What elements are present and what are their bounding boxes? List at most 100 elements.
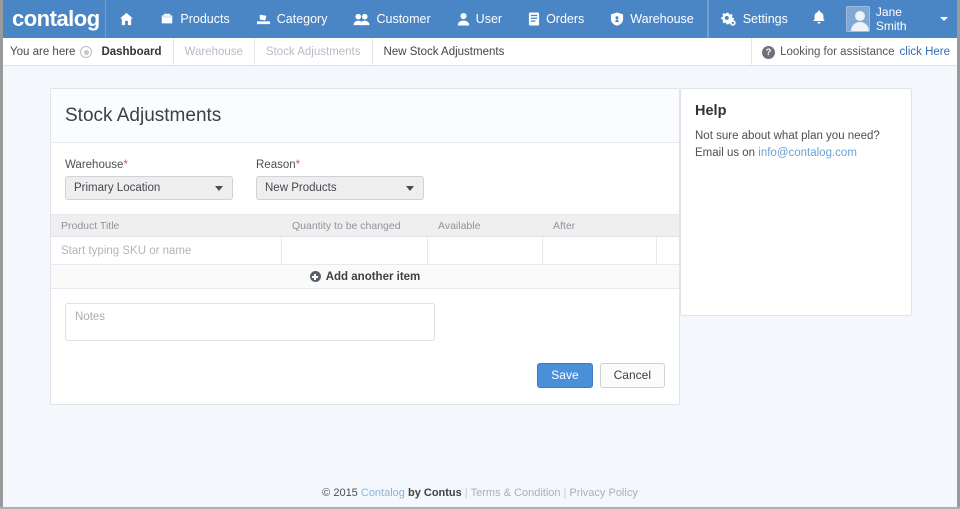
column-header-actions [657, 215, 679, 236]
column-header-quantity: Quantity to be changed [282, 215, 428, 236]
nav-right-group: Settings Jane Smith [709, 0, 960, 38]
nav-item-customer[interactable]: Customer [340, 0, 443, 38]
home-icon [119, 12, 134, 26]
product-title-placeholder: Start typing SKU or name [61, 245, 191, 257]
form-fields-row: Warehouse* Primary Location Reason* New … [51, 143, 679, 214]
assistance-block: ? Looking for assistance click Here [751, 38, 960, 66]
box-icon [160, 12, 174, 26]
breadcrumb-item-new-stock-adjustments: New Stock Adjustments [372, 38, 516, 66]
bell-icon [812, 10, 826, 28]
orders-icon [528, 12, 540, 26]
customers-icon [353, 12, 370, 26]
add-another-item-button[interactable]: Add another item [51, 265, 679, 289]
gear-icon [721, 12, 737, 27]
table-header-row: Product Title Quantity to be changed Ava… [51, 215, 679, 237]
required-marker: * [296, 159, 300, 171]
plus-circle-icon [310, 271, 321, 282]
user-name-label: Jane Smith [876, 5, 931, 33]
nav-item-products[interactable]: Products [147, 0, 242, 38]
user-icon [457, 12, 470, 26]
warehouse-select-value: Primary Location [74, 182, 160, 194]
footer-separator-2: | [564, 487, 567, 499]
dashboard-dot-icon [80, 46, 92, 58]
footer-separator-1: | [465, 487, 468, 499]
cancel-button[interactable]: Cancel [600, 363, 665, 388]
save-button[interactable]: Save [537, 363, 592, 388]
assistance-label: Looking for assistance [780, 46, 894, 58]
add-another-item-label: Add another item [326, 271, 421, 283]
chevron-down-icon [940, 17, 948, 21]
items-table: Product Title Quantity to be changed Ava… [51, 214, 679, 289]
assistance-link[interactable]: click Here [900, 46, 950, 58]
chevron-down-icon [215, 186, 223, 191]
footer-privacy-link[interactable]: Privacy Policy [569, 487, 637, 499]
breadcrumb-prefix-label: You are here [10, 46, 75, 58]
warehouse-field-group: Warehouse* Primary Location [65, 159, 233, 200]
help-title: Help [695, 103, 897, 119]
nav-item-label: Orders [546, 12, 584, 26]
column-header-available: Available [428, 215, 543, 236]
warehouse-label: Warehouse* [65, 159, 233, 171]
nav-item-label: Customer [376, 12, 430, 26]
brand-logo[interactable]: contalog [0, 0, 105, 38]
nav-item-orders[interactable]: Orders [515, 0, 597, 38]
product-title-input[interactable]: Start typing SKU or name [51, 237, 282, 264]
nav-item-label: Products [180, 12, 229, 26]
available-cell [428, 237, 543, 264]
footer-brand-link[interactable]: Contalog [361, 487, 405, 499]
breadcrumb: You are here Dashboard Warehouse Stock A… [0, 38, 515, 66]
top-navigation-bar: contalog Products Category [0, 0, 960, 38]
breadcrumb-prefix: You are here [0, 38, 101, 66]
help-panel: Help Not sure about what plan you need? … [680, 88, 912, 316]
breadcrumb-item-warehouse[interactable]: Warehouse [173, 38, 254, 66]
reason-select[interactable]: New Products [256, 176, 424, 200]
user-menu[interactable]: Jane Smith [838, 0, 960, 38]
avatar [846, 6, 870, 32]
required-marker: * [123, 159, 127, 171]
footer-by: by Contus [405, 487, 462, 499]
content-wrapper: Stock Adjustments Warehouse* Primary Loc… [50, 88, 912, 405]
notes-placeholder: Notes [75, 311, 105, 323]
nav-item-label: Warehouse [630, 12, 693, 26]
breadcrumb-item-stock-adjustments[interactable]: Stock Adjustments [254, 38, 372, 66]
table-row: Start typing SKU or name [51, 237, 679, 265]
shield-icon [610, 12, 624, 26]
help-email-link[interactable]: info@contalog.com [758, 147, 857, 159]
footer-terms-link[interactable]: Terms & Condition [471, 487, 561, 499]
column-header-after: After [543, 215, 657, 236]
reason-field-group: Reason* New Products [256, 159, 424, 200]
reason-label-text: Reason [256, 159, 296, 171]
nav-item-category[interactable]: Category [243, 0, 341, 38]
breadcrumb-item-dashboard[interactable]: Dashboard [101, 38, 172, 66]
reason-select-value: New Products [265, 182, 337, 194]
chevron-down-icon [406, 186, 414, 191]
notes-wrapper: Notes [51, 289, 679, 341]
help-text: Not sure about what plan you need? Email… [695, 128, 897, 162]
breadcrumb-bar: You are here Dashboard Warehouse Stock A… [0, 38, 960, 66]
quantity-input[interactable] [282, 237, 428, 264]
reason-label: Reason* [256, 159, 424, 171]
card-header: Stock Adjustments [51, 89, 679, 143]
window-frame-left [0, 0, 3, 509]
footer-copyright: © 2015 [322, 487, 361, 499]
nav-item-warehouse[interactable]: Warehouse [597, 0, 706, 38]
row-action-cell[interactable] [657, 237, 679, 264]
settings-button[interactable]: Settings [709, 0, 800, 38]
stock-adjustments-card: Stock Adjustments Warehouse* Primary Loc… [50, 88, 680, 405]
nav-item-label: User [476, 12, 502, 26]
page-body: Stock Adjustments Warehouse* Primary Loc… [0, 66, 960, 509]
form-actions: Save Cancel [51, 341, 679, 404]
warehouse-select[interactable]: Primary Location [65, 176, 233, 200]
category-icon [256, 12, 271, 26]
footer: © 2015 Contalog by Contus|Terms & Condit… [0, 487, 960, 499]
nav-item-user[interactable]: User [444, 0, 515, 38]
nav-items: Products Category Customer User [106, 0, 706, 38]
nav-item-label: Category [277, 12, 328, 26]
column-header-product-title: Product Title [51, 215, 282, 236]
after-cell [543, 237, 657, 264]
nav-item-home[interactable] [106, 0, 147, 38]
warehouse-label-text: Warehouse [65, 159, 123, 171]
notes-textarea[interactable]: Notes [65, 303, 435, 341]
page-title: Stock Adjustments [65, 105, 221, 127]
notifications-button[interactable] [800, 0, 838, 38]
